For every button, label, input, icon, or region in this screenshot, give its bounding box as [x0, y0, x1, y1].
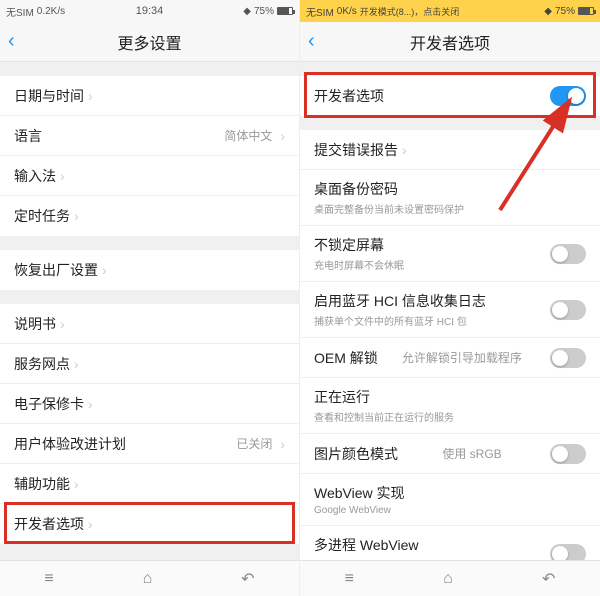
right-screen: 无SIM 0K/s 开发模式(8...)，点击关闭 ◆ 75% ‹ 开发者选项 … [300, 0, 600, 596]
back-button[interactable]: ‹ [308, 22, 315, 61]
settings-row[interactable]: 定时任务› [0, 196, 299, 236]
chevron-right-icon: › [74, 476, 79, 492]
row-label: 多进程 WebView [314, 535, 441, 555]
developer-options-master-toggle-row[interactable]: 开发者选项 [300, 76, 600, 116]
settings-row[interactable]: 用户体验改进计划 已关闭 › [0, 424, 299, 464]
row-label: 辅助功能 [14, 474, 70, 494]
settings-row[interactable]: WebView 实现 Google WebView [300, 474, 600, 526]
row-label: 说明书 [14, 314, 56, 334]
chevron-right-icon: › [74, 356, 79, 372]
row-label: 输入法 [14, 166, 56, 186]
status-bar: 无SIM 0K/s 开发模式(8...)，点击关闭 ◆ 75% [300, 0, 600, 22]
toggle-switch[interactable] [550, 300, 586, 320]
row-label: 桌面备份密码 [314, 179, 464, 199]
chevron-right-icon: › [88, 396, 93, 412]
page-title: 更多设置 [117, 30, 181, 54]
toggle-switch[interactable] [550, 444, 586, 464]
settings-row[interactable]: 启用蓝牙 HCI 信息收集日志捕获单个文件中的所有蓝牙 HCI 包 [300, 282, 600, 338]
toggle-switch[interactable] [550, 244, 586, 264]
row-label: 开发者选项 [314, 86, 384, 106]
row-label: 服务网点 [14, 354, 70, 374]
status-time: 19:34 [0, 5, 299, 17]
chevron-right-icon: › [402, 142, 407, 158]
row-label: 不锁定屏幕 [314, 235, 404, 255]
battery-icon [277, 7, 293, 15]
status-bar: 无SIM 0.2K/s 19:34 ◆ 75% [0, 0, 299, 22]
left-screen: 无SIM 0.2K/s 19:34 ◆ 75% ‹ 更多设置 日期与时间›语言简… [0, 0, 300, 596]
chevron-right-icon: › [74, 208, 79, 224]
row-label: OEM 解锁 [314, 348, 378, 368]
chevron-right-icon: › [280, 128, 285, 144]
nav-back-icon[interactable]: ↶ [241, 569, 254, 589]
page-title: 开发者选项 [410, 30, 490, 54]
row-label: 恢复出厂设置 [14, 260, 98, 280]
nav-menu-icon[interactable]: ≡ [345, 570, 354, 588]
row-label: 定时任务 [14, 206, 70, 226]
row-label: 语言 [14, 126, 42, 146]
row-label: 启用蓝牙 HCI 信息收集日志 [314, 291, 486, 311]
nav-home-icon[interactable]: ⌂ [143, 570, 153, 588]
toggle-switch[interactable] [550, 86, 586, 106]
dev-mode-banner[interactable]: 开发模式(8...)，点击关闭 [360, 5, 460, 18]
row-label: 开发者选项 [14, 514, 84, 534]
settings-row[interactable]: 说明书› [0, 304, 299, 344]
row-label: 用户体验改进计划 [14, 434, 126, 454]
row-subtitle: 查看和控制当前正在运行的服务 [314, 409, 454, 424]
nav-home-icon[interactable]: ⌂ [443, 570, 453, 588]
title-bar: ‹ 更多设置 [0, 22, 299, 62]
settings-row[interactable]: 多进程 WebView单独运行 WebView 渲染程序 [300, 526, 600, 560]
settings-row[interactable]: 输入法› [0, 156, 299, 196]
title-bar: ‹ 开发者选项 [300, 22, 600, 62]
settings-row[interactable]: 电子保修卡› [0, 384, 299, 424]
row-subtitle: Google WebView [314, 505, 405, 516]
row-label: 日期与时间 [14, 86, 84, 106]
nav-back-icon[interactable]: ↶ [542, 569, 555, 589]
row-value: 简体中文 [224, 127, 272, 144]
chevron-right-icon: › [88, 88, 93, 104]
chevron-right-icon: › [60, 316, 65, 332]
toggle-switch[interactable] [550, 544, 586, 561]
battery-pct: 75% [555, 6, 575, 17]
settings-row[interactable]: 辅助功能› [0, 464, 299, 504]
battery-icon [578, 7, 594, 15]
toggle-switch[interactable] [550, 348, 586, 368]
settings-row[interactable]: 恢复出厂设置› [0, 250, 299, 290]
row-label: 图片颜色模式 [314, 444, 398, 464]
nav-bar: ≡ ⌂ ↶ [0, 560, 299, 596]
row-label: 提交错误报告 [314, 140, 398, 160]
chevron-right-icon: › [60, 168, 65, 184]
row-value: 使用 sRGB [442, 445, 501, 462]
settings-row[interactable]: 桌面备份密码桌面完整备份当前未设置密码保护 [300, 170, 600, 226]
row-subtitle: 捕获单个文件中的所有蓝牙 HCI 包 [314, 313, 486, 328]
developer-options-list: 开发者选项提交错误报告›桌面备份密码桌面完整备份当前未设置密码保护不锁定屏幕充电… [300, 62, 600, 560]
nav-menu-icon[interactable]: ≡ [44, 570, 53, 588]
row-label: 正在运行 [314, 387, 454, 407]
sim-status: 无SIM [306, 4, 334, 19]
settings-row[interactable]: 提交错误报告› [300, 130, 600, 170]
chevron-right-icon: › [280, 436, 285, 452]
row-value: 已关闭 [236, 435, 272, 452]
settings-row[interactable]: 图片颜色模式 使用 sRGB [300, 434, 600, 474]
row-subtitle: 桌面完整备份当前未设置密码保护 [314, 201, 464, 216]
settings-row[interactable]: 服务网点› [0, 344, 299, 384]
back-button[interactable]: ‹ [8, 22, 15, 61]
chevron-right-icon: › [102, 262, 107, 278]
settings-list: 日期与时间›语言简体中文›输入法›定时任务›恢复出厂设置›说明书›服务网点›电子… [0, 62, 299, 560]
settings-row[interactable]: 日期与时间› [0, 76, 299, 116]
settings-row[interactable]: 开发者选项› [0, 504, 299, 544]
wifi-icon: ◆ [544, 6, 552, 17]
chevron-right-icon: › [88, 516, 93, 532]
row-subtitle: 充电时屏幕不会休眠 [314, 257, 404, 272]
nav-bar: ≡ ⌂ ↶ [300, 560, 600, 596]
net-speed: 0K/s [337, 6, 357, 17]
settings-row[interactable]: OEM 解锁 允许解锁引导加载程序 [300, 338, 600, 378]
row-label: WebView 实现 [314, 483, 405, 503]
row-label: 电子保修卡 [14, 394, 84, 414]
row-value: 允许解锁引导加载程序 [402, 349, 522, 366]
settings-row[interactable]: 正在运行查看和控制当前正在运行的服务 [300, 378, 600, 434]
settings-row[interactable]: 不锁定屏幕充电时屏幕不会休眠 [300, 226, 600, 282]
settings-row[interactable]: 语言 简体中文 › [0, 116, 299, 156]
